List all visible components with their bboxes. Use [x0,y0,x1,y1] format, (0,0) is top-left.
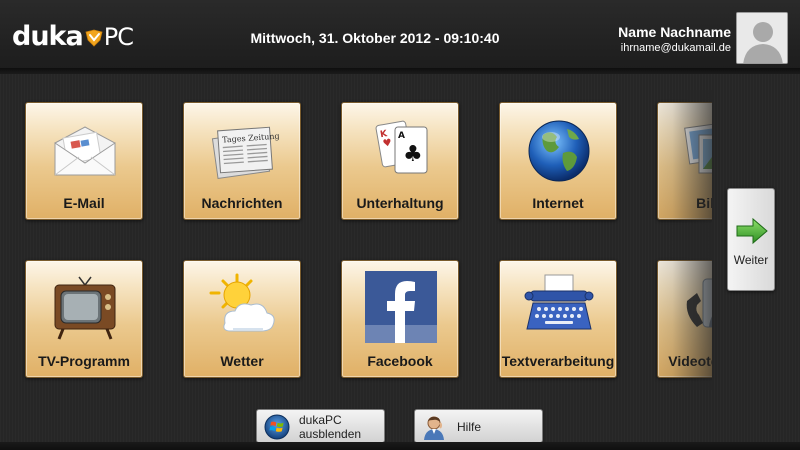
next-page-button[interactable]: Weiter [727,188,775,291]
logo-shield-icon [85,29,103,47]
next-page-label: Weiter [733,253,769,267]
help-label: Hilfe [457,420,482,434]
tile-label: E-Mail [63,195,105,211]
user-email: ihrname@dukamail.de [620,42,731,54]
tile-label: Textverarbeitung [501,353,615,369]
tile-wetter[interactable]: Wetter [183,260,301,378]
user-name: Name Nachname [618,24,731,40]
tile-facebook[interactable]: Facebook [341,260,459,378]
tile-nachrichten[interactable]: Tages Zeitung Nachrichten [183,102,301,220]
user-avatar[interactable] [736,12,788,64]
tile-label: TV-Programm [38,353,130,369]
tile-textverarbeitung[interactable]: Textverarbeitung [499,260,617,378]
typewriter-icon [524,274,594,330]
tile-unterhaltung[interactable]: K ♥ A ♣ Unterhaltung [341,102,459,220]
tile-label: Facebook [367,353,433,369]
tile-label: Internet [532,195,584,211]
header-divider [0,68,800,74]
tile-email[interactable]: E-Mail [25,102,143,220]
svg-text:A: A [398,131,405,141]
tile-label: Wetter [220,353,264,369]
tile-internet[interactable]: Internet [499,102,617,220]
tile-grid: E-Mail Tages Zeitung Nachrichten K ♥ A ♣ [0,90,712,390]
tile-label: Nachrichten [201,195,283,211]
footer-strip [0,442,800,450]
photos-icon [684,121,712,174]
help-button[interactable]: Hilfe [414,409,543,443]
svg-text:♣: ♣ [403,142,423,167]
video-phone-icon [686,278,712,328]
newspaper-icon: Tages Zeitung [211,126,279,179]
help-person-icon [424,416,444,440]
tile-bilder[interactable]: Bilder [657,102,712,220]
windows-logo-icon [264,414,290,440]
envelope-icon [54,126,116,176]
arrow-right-icon [736,217,768,245]
hide-dukapc-label-1: dukaPC [299,413,342,427]
globe-icon [528,120,590,182]
tile-label: Videotelefonie [668,353,712,369]
logo-text-pc: PC [103,23,134,51]
playing-cards-icon: K ♥ A ♣ [375,120,428,174]
hide-dukapc-label-2: ausblenden [299,427,362,441]
tile-videotelefonie[interactable]: Videotelefonie [657,260,712,378]
sun-cloud-icon [209,273,275,332]
dukapc-logo: duka PC [12,21,134,52]
person-silhouette-icon [737,13,787,63]
tile-tv-programm[interactable]: TV-Programm [25,260,143,378]
date-time-display: Mittwoch, 31. Oktober 2012 - 09:10:40 [250,30,500,46]
svg-text:♥: ♥ [382,137,393,149]
tile-label: Unterhaltung [356,195,444,211]
hide-dukapc-button[interactable]: dukaPC ausblenden [256,409,385,443]
tile-label: Bilder [696,195,712,211]
tv-icon [54,276,116,340]
header-bar: duka PC Mittwoch, 31. Oktober 2012 - 09:… [0,0,800,74]
logo-text-duka: duka [12,21,84,52]
facebook-icon [365,271,437,343]
